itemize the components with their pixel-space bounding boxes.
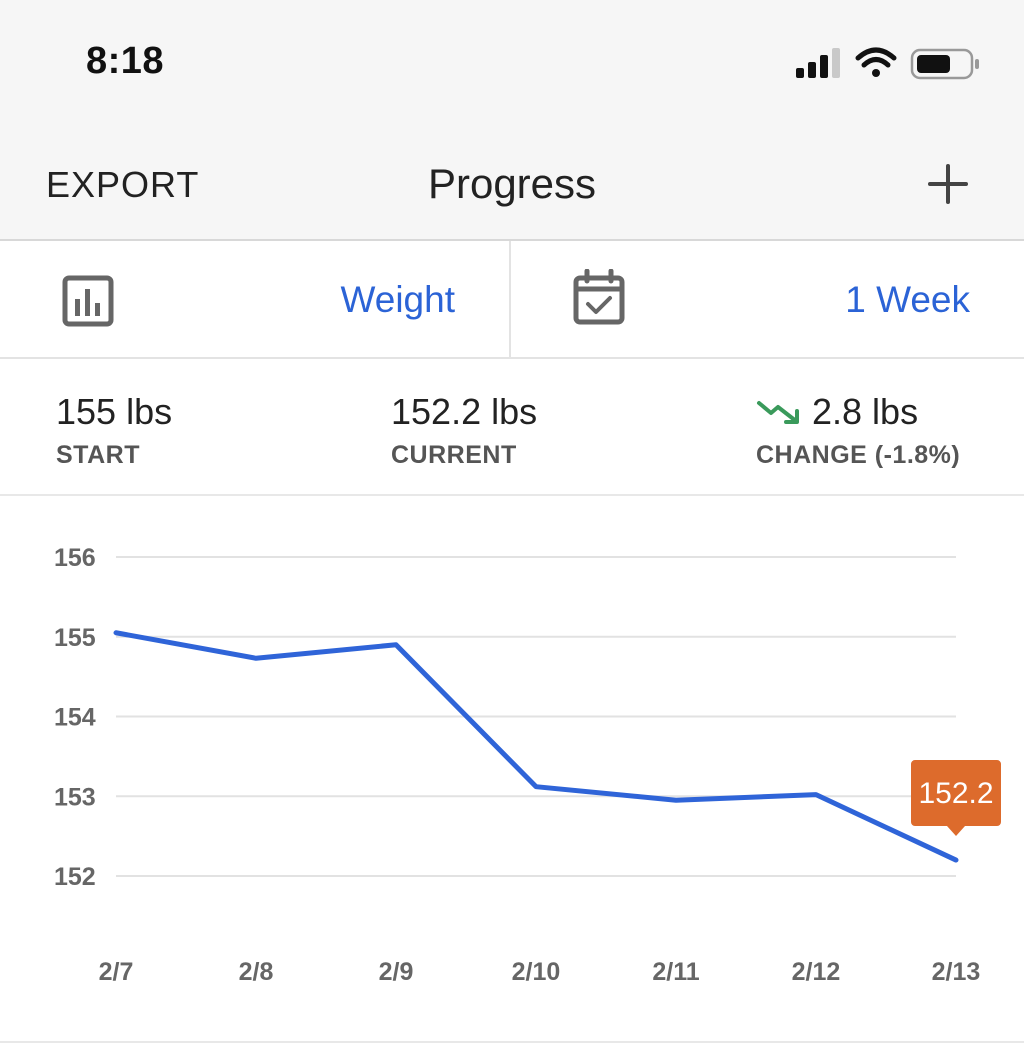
x-tick-label: 2/13 [932, 958, 981, 986]
x-tick-label: 2/12 [792, 958, 841, 986]
metric-value: Weight [340, 279, 456, 320]
stat-change: 2.8 lbs CHANGE (-1.8%) [756, 391, 960, 470]
stats-row: 155 lbs START 152.2 lbs CURRENT 2.8 lbs … [0, 359, 1024, 496]
bar-chart-icon [62, 275, 114, 327]
x-tick-label: 2/8 [239, 958, 274, 986]
x-tick-label: 2/11 [652, 958, 699, 986]
weight-series-line [113, 630, 959, 863]
change-value: 2.8 lbs [812, 391, 919, 432]
x-tick-label: 2/10 [512, 958, 561, 986]
cellular-signal-icon [796, 48, 840, 78]
weight-chart[interactable]: 156 155 154 153 152 2/7 2/8 2/9 2/10 2/11 2/12 2/13… [0, 496, 1024, 1053]
range-selector[interactable]: 1 Week [511, 241, 1024, 359]
start-label: START [56, 441, 140, 469]
current-value: 152.2 lbs [391, 391, 538, 432]
current-label: CURRENT [391, 441, 517, 469]
tooltip-pointer [947, 826, 965, 837]
status-icons [796, 44, 986, 84]
y-tick-label: 152 [54, 863, 96, 891]
metric-selector[interactable]: Weight [0, 241, 511, 359]
status-bar: 8:18 [0, 0, 1024, 120]
plus-icon [928, 164, 968, 204]
x-tick-label: 2/9 [379, 958, 414, 986]
add-button[interactable] [924, 160, 972, 208]
y-tick-label: 155 [54, 624, 96, 652]
export-button[interactable]: EXPORT [46, 164, 199, 206]
battery-icon [910, 48, 979, 80]
y-tick-label: 153 [54, 783, 96, 811]
range-value: 1 Week [845, 279, 970, 320]
divider [0, 1041, 1024, 1043]
wifi-icon [855, 47, 897, 77]
stat-start: 155 lbs START [56, 391, 172, 470]
selector-row: Weight 1 Week [0, 241, 1024, 359]
weight-line-chart: 156 155 154 153 152 2/7 2/8 2/9 2/10 2/11 2/12 2/13… [54, 544, 1001, 986]
x-tick-label: 2/7 [99, 958, 134, 986]
stat-current: 152.2 lbs CURRENT [391, 391, 537, 470]
nav-bar: Progress EXPORT [0, 120, 1024, 241]
trending-down-icon [757, 401, 799, 424]
change-label: CHANGE (-1.8%) [756, 441, 961, 469]
calendar-check-icon [573, 269, 625, 325]
tooltip-label: 152.2 [918, 777, 993, 810]
start-value: 155 lbs [56, 391, 173, 432]
status-time: 8:18 [86, 40, 165, 82]
y-tick-label: 154 [54, 704, 96, 732]
y-tick-label: 156 [54, 544, 96, 572]
